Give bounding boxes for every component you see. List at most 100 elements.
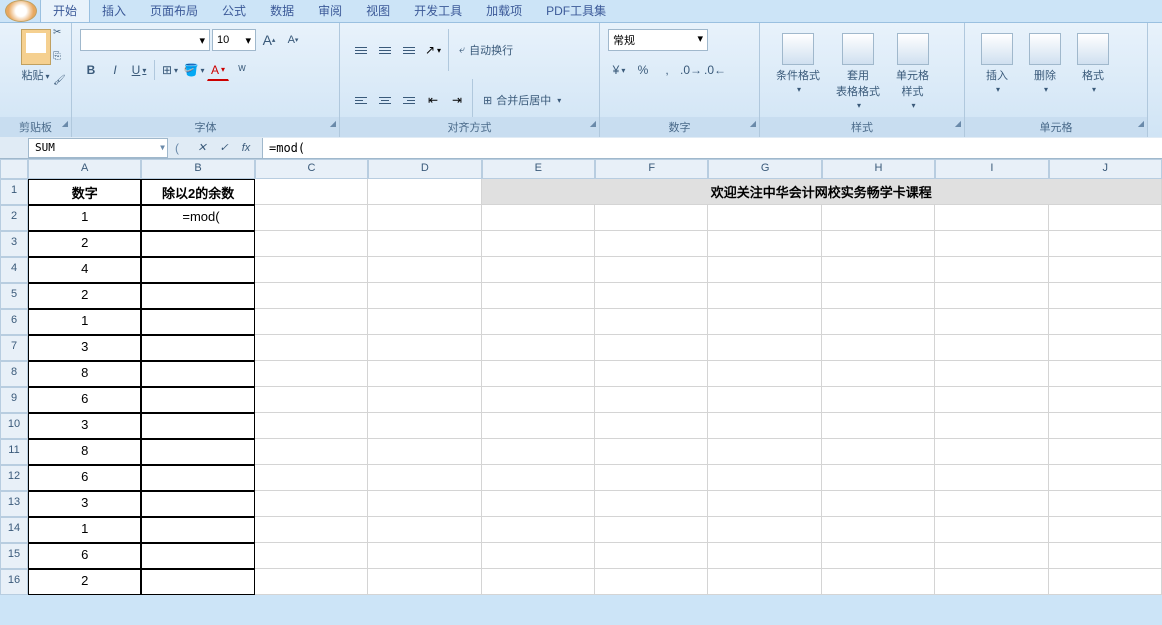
cell[interactable]: 4 bbox=[28, 257, 141, 283]
cell[interactable] bbox=[141, 465, 254, 491]
cell[interactable] bbox=[708, 257, 821, 283]
cell[interactable] bbox=[482, 413, 595, 439]
enter-formula-button[interactable]: ✓ bbox=[214, 139, 234, 157]
bold-button[interactable]: B bbox=[80, 59, 102, 81]
cell[interactable] bbox=[595, 413, 708, 439]
cell[interactable] bbox=[368, 387, 481, 413]
align-bottom-button[interactable] bbox=[398, 39, 420, 61]
align-top-button[interactable] bbox=[350, 39, 372, 61]
align-right-button[interactable] bbox=[398, 89, 420, 111]
cell[interactable] bbox=[822, 231, 935, 257]
tab-dev[interactable]: 开发工具 bbox=[402, 0, 474, 22]
format-cell-button[interactable]: 格式 bbox=[1071, 31, 1115, 96]
cell[interactable] bbox=[595, 205, 708, 231]
cell[interactable] bbox=[1049, 361, 1162, 387]
cell[interactable] bbox=[482, 231, 595, 257]
cell[interactable] bbox=[595, 335, 708, 361]
tab-insert[interactable]: 插入 bbox=[90, 0, 138, 22]
cell[interactable] bbox=[255, 179, 368, 205]
cell[interactable] bbox=[255, 283, 368, 309]
cell[interactable] bbox=[368, 179, 481, 205]
cell[interactable] bbox=[255, 387, 368, 413]
fill-color-button[interactable]: 🪣 bbox=[183, 59, 205, 81]
cell[interactable] bbox=[368, 335, 481, 361]
tab-review[interactable]: 审阅 bbox=[306, 0, 354, 22]
cell[interactable] bbox=[368, 413, 481, 439]
cell[interactable] bbox=[1049, 309, 1162, 335]
cell[interactable] bbox=[368, 361, 481, 387]
cell[interactable] bbox=[935, 231, 1048, 257]
cell[interactable] bbox=[141, 543, 254, 569]
phonetic-button[interactable]: ᵂ bbox=[231, 59, 253, 81]
cell[interactable] bbox=[368, 543, 481, 569]
row-header[interactable]: 4 bbox=[0, 257, 28, 283]
row-header[interactable]: 12 bbox=[0, 465, 28, 491]
column-header[interactable]: D bbox=[368, 159, 481, 179]
cell[interactable] bbox=[935, 465, 1048, 491]
cell[interactable] bbox=[141, 231, 254, 257]
cancel-formula-button[interactable]: ✕ bbox=[192, 139, 212, 157]
cell[interactable] bbox=[141, 387, 254, 413]
cell[interactable]: 8 bbox=[28, 439, 141, 465]
cell[interactable] bbox=[595, 491, 708, 517]
fx-button[interactable]: fx bbox=[236, 139, 256, 157]
cell[interactable] bbox=[708, 569, 821, 595]
cell[interactable] bbox=[595, 257, 708, 283]
cell[interactable] bbox=[1049, 231, 1162, 257]
name-box[interactable]: SUM bbox=[28, 138, 168, 158]
cell[interactable] bbox=[822, 361, 935, 387]
column-header[interactable]: H bbox=[822, 159, 935, 179]
cell[interactable] bbox=[255, 543, 368, 569]
row-header[interactable]: 13 bbox=[0, 491, 28, 517]
cell[interactable] bbox=[141, 413, 254, 439]
tab-formula[interactable]: 公式 bbox=[210, 0, 258, 22]
cell[interactable] bbox=[822, 309, 935, 335]
cell[interactable] bbox=[708, 231, 821, 257]
cell[interactable] bbox=[482, 517, 595, 543]
cell[interactable] bbox=[595, 361, 708, 387]
cell[interactable] bbox=[822, 283, 935, 309]
increase-decimal-button[interactable]: .0→ bbox=[680, 59, 702, 81]
cell[interactable] bbox=[595, 569, 708, 595]
cell[interactable] bbox=[482, 335, 595, 361]
cell[interactable] bbox=[935, 491, 1048, 517]
cell[interactable] bbox=[595, 465, 708, 491]
cell[interactable]: 除以2的余数 bbox=[141, 179, 254, 205]
percent-button[interactable]: % bbox=[632, 59, 654, 81]
row-header[interactable]: 16 bbox=[0, 569, 28, 595]
cell[interactable]: 1 bbox=[28, 517, 141, 543]
cell[interactable] bbox=[1049, 413, 1162, 439]
cell[interactable]: 1 bbox=[28, 205, 141, 231]
cell[interactable] bbox=[255, 335, 368, 361]
column-header[interactable]: I bbox=[935, 159, 1048, 179]
cell[interactable] bbox=[255, 491, 368, 517]
cell[interactable] bbox=[255, 465, 368, 491]
cell[interactable] bbox=[708, 439, 821, 465]
decrease-decimal-button[interactable]: .0← bbox=[704, 59, 726, 81]
cell[interactable] bbox=[482, 439, 595, 465]
cell[interactable] bbox=[935, 439, 1048, 465]
tab-view[interactable]: 视图 bbox=[354, 0, 402, 22]
cell[interactable] bbox=[708, 361, 821, 387]
cell[interactable]: 8 bbox=[28, 361, 141, 387]
cell[interactable] bbox=[822, 387, 935, 413]
cell[interactable] bbox=[141, 309, 254, 335]
currency-button[interactable]: ¥ bbox=[608, 59, 630, 81]
conditional-format-button[interactable]: 条件格式 bbox=[770, 31, 826, 112]
row-header[interactable]: 9 bbox=[0, 387, 28, 413]
cell[interactable]: 欢迎关注中华会计网校实务畅学卡课程 bbox=[482, 179, 1162, 205]
cell[interactable] bbox=[935, 543, 1048, 569]
cell[interactable]: 6 bbox=[28, 465, 141, 491]
border-button[interactable]: ⊞ bbox=[159, 59, 181, 81]
row-header[interactable]: 8 bbox=[0, 361, 28, 387]
cell[interactable] bbox=[1049, 439, 1162, 465]
cell[interactable] bbox=[1049, 283, 1162, 309]
cell-style-button[interactable]: 单元格 样式 bbox=[890, 31, 935, 112]
cell[interactable]: 3 bbox=[28, 413, 141, 439]
row-header[interactable]: 15 bbox=[0, 543, 28, 569]
tab-pdf[interactable]: PDF工具集 bbox=[534, 0, 618, 22]
cell[interactable] bbox=[482, 569, 595, 595]
copy-button[interactable]: ⎘ bbox=[53, 51, 69, 67]
cell[interactable] bbox=[482, 257, 595, 283]
cell[interactable]: 6 bbox=[28, 387, 141, 413]
